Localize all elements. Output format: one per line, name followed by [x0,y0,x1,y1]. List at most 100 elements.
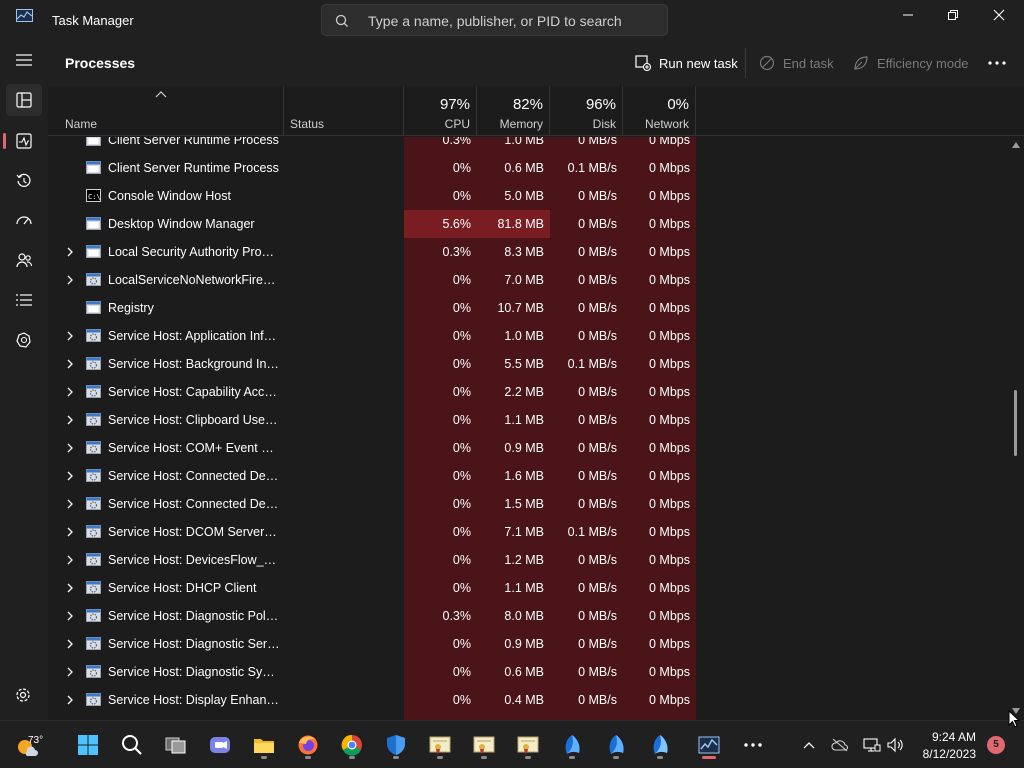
close-button[interactable] [976,0,1022,30]
nav-details[interactable] [6,284,42,316]
chevron-right-icon[interactable] [64,470,76,482]
taskbar-chrome-button[interactable] [336,729,368,761]
process-list[interactable]: Client Server Runtime Process 0.3% 1.0 MB 0… [48,137,1008,720]
search-box[interactable] [321,4,668,36]
taskbar-defender-button[interactable] [380,729,412,761]
nav-services[interactable] [6,324,42,356]
nav-performance[interactable] [6,125,42,157]
vertical-scrollbar[interactable] [1008,137,1024,720]
table-row[interactable]: Service Host: Background Inte... 0% 5.5 MB… [48,350,1008,378]
chevron-right-icon[interactable] [64,246,76,258]
taskbar-task-view-button[interactable] [160,729,192,761]
search-input[interactable] [368,11,658,31]
taskbar-certificate-button[interactable] [512,729,544,761]
end-task-button[interactable]: End task [759,52,834,74]
processes-icon [16,92,32,108]
chevron-right-icon[interactable] [64,610,76,622]
table-row[interactable]: Service Host: DevicesFlow_ca8... 0% 1.2 MB… [48,546,1008,574]
show-hidden-icons-button[interactable] [795,729,823,761]
taskbar-certificate-button[interactable] [424,729,456,761]
chevron-right-icon[interactable] [64,582,76,594]
table-row[interactable]: Service Host: Diagnostic Servi... 0% 0.9 M… [48,630,1008,658]
disk-cell: 0 MB/s [550,322,623,350]
table-row[interactable]: Local Security Authority Proce... 0.3% 8.3… [48,238,1008,266]
efficiency-mode-button[interactable]: Efficiency mode [853,52,969,74]
memory-cell: 10.7 MB [477,294,550,322]
table-row[interactable]: Service Host: Diagnostic Polic... 0.3% 8.0… [48,602,1008,630]
running-indicator [305,756,311,759]
nav-app-history[interactable] [6,165,42,197]
table-row[interactable]: Service Host: Display Enhance... 0% 0.4 MB… [48,686,1008,714]
taskbar-start-button[interactable] [72,729,104,761]
chevron-right-icon[interactable] [64,638,76,650]
scrollbar-thumb[interactable] [1014,390,1017,456]
chevron-right-icon[interactable] [64,274,76,286]
chevron-right-icon[interactable] [64,386,76,398]
taskbar-file-explorer-button[interactable] [248,729,280,761]
cpu-cell: 0% [404,630,477,658]
column-divider[interactable] [695,86,696,136]
nav-processes[interactable] [6,84,42,116]
cpu-cell: 0% [404,686,477,714]
process-name: Service Host: Connected Devi... [108,469,280,483]
column-network[interactable]: Network [623,117,689,131]
table-row[interactable]: C:\ Console Window Host 0% 5.0 MB 0 MB/s 0 Mb… [48,182,1008,210]
column-name[interactable]: Name [65,117,97,131]
table-row[interactable]: Service Host: Capability Acces... 0% 2.2 M… [48,378,1008,406]
taskbar-edge-beta-button[interactable] [600,729,632,761]
taskbar-task-manager-button[interactable] [693,729,725,761]
onedrive-tray-button[interactable] [826,729,854,761]
table-row[interactable]: LocalServiceNoNetworkFirewa... 0% 7.0 MB 0 … [48,266,1008,294]
sort-up-icon[interactable] [155,90,167,98]
taskbar-edge-dev-button[interactable] [556,729,588,761]
column-disk[interactable]: Disk [550,117,616,131]
table-row[interactable]: Service Host: Diagnostic Syste... 0% 0.6 M… [48,658,1008,686]
hamburger-menu-button[interactable] [6,44,42,76]
chevron-right-icon[interactable] [64,554,76,566]
run-new-task-button[interactable]: Run new task [635,52,738,74]
column-status[interactable]: Status [290,117,324,131]
notification-badge[interactable]: 5 [987,736,1005,754]
chevron-right-icon[interactable] [64,498,76,510]
table-row[interactable]: Service Host: DCOM Server Pr... 0% 7.1 MB 0… [48,518,1008,546]
table-row[interactable]: Service Host: DHCP Client 0% 1.1 MB 0 MB/s 0… [48,574,1008,602]
chevron-right-icon[interactable] [64,414,76,426]
chevron-right-icon[interactable] [64,358,76,370]
chevron-right-icon[interactable] [64,442,76,454]
table-row[interactable]: Client Server Runtime Process 0% 0.6 MB 0.1… [48,154,1008,182]
column-cpu[interactable]: CPU [404,117,470,131]
column-memory[interactable]: Memory [477,117,543,131]
restore-button[interactable] [930,0,976,30]
taskbar-chat-button[interactable] [204,729,236,761]
column-divider[interactable] [283,86,284,136]
taskbar-search-button[interactable] [116,729,148,761]
table-row[interactable]: Service Host: Connected Devi... 0% 1.6 MB 0… [48,462,1008,490]
table-row[interactable]: Desktop Window Manager 5.6% 81.8 MB 0 MB/s 0… [48,210,1008,238]
taskbar-certificate-button[interactable] [468,729,500,761]
clock-date[interactable]: 8/12/2023 [910,747,976,761]
table-row[interactable]: Service Host: Application Infor... 0% 1.0 … [48,322,1008,350]
taskbar-firefox-button[interactable] [292,729,324,761]
clock-time[interactable]: 9:24 AM [910,730,976,744]
table-row[interactable]: Service Host: COM+ Event Sys... 0% 0.9 MB 0… [48,434,1008,462]
volume-tray-button[interactable] [882,729,910,761]
chevron-right-icon[interactable] [64,330,76,342]
weather-widget[interactable]: 73° [6,729,46,761]
window-icon [86,137,101,146]
taskbar-edge-canary-button[interactable] [644,729,676,761]
nav-settings[interactable] [14,686,32,709]
taskbar-more-button[interactable] [737,729,769,761]
table-row[interactable]: Service Host: Clipboard User S... 0% 1.1 M… [48,406,1008,434]
more-options-button[interactable] [988,52,1014,74]
nav-startup-apps[interactable] [6,205,42,237]
minimize-button[interactable] [885,0,931,30]
chevron-right-icon[interactable] [64,694,76,706]
table-row[interactable]: Service Host: Connected Devi... 0% 1.5 MB 0… [48,490,1008,518]
table-row[interactable]: Registry 0% 10.7 MB 0 MB/s 0 Mbps [48,294,1008,322]
chevron-right-icon[interactable] [64,666,76,678]
chevron-right-icon[interactable] [64,526,76,538]
svg-text:C:\: C:\ [88,193,101,201]
table-row[interactable]: Client Server Runtime Process 0.3% 1.0 MB 0… [48,137,1008,154]
scroll-up-arrow-icon[interactable] [1011,141,1021,149]
nav-users[interactable] [6,244,42,276]
